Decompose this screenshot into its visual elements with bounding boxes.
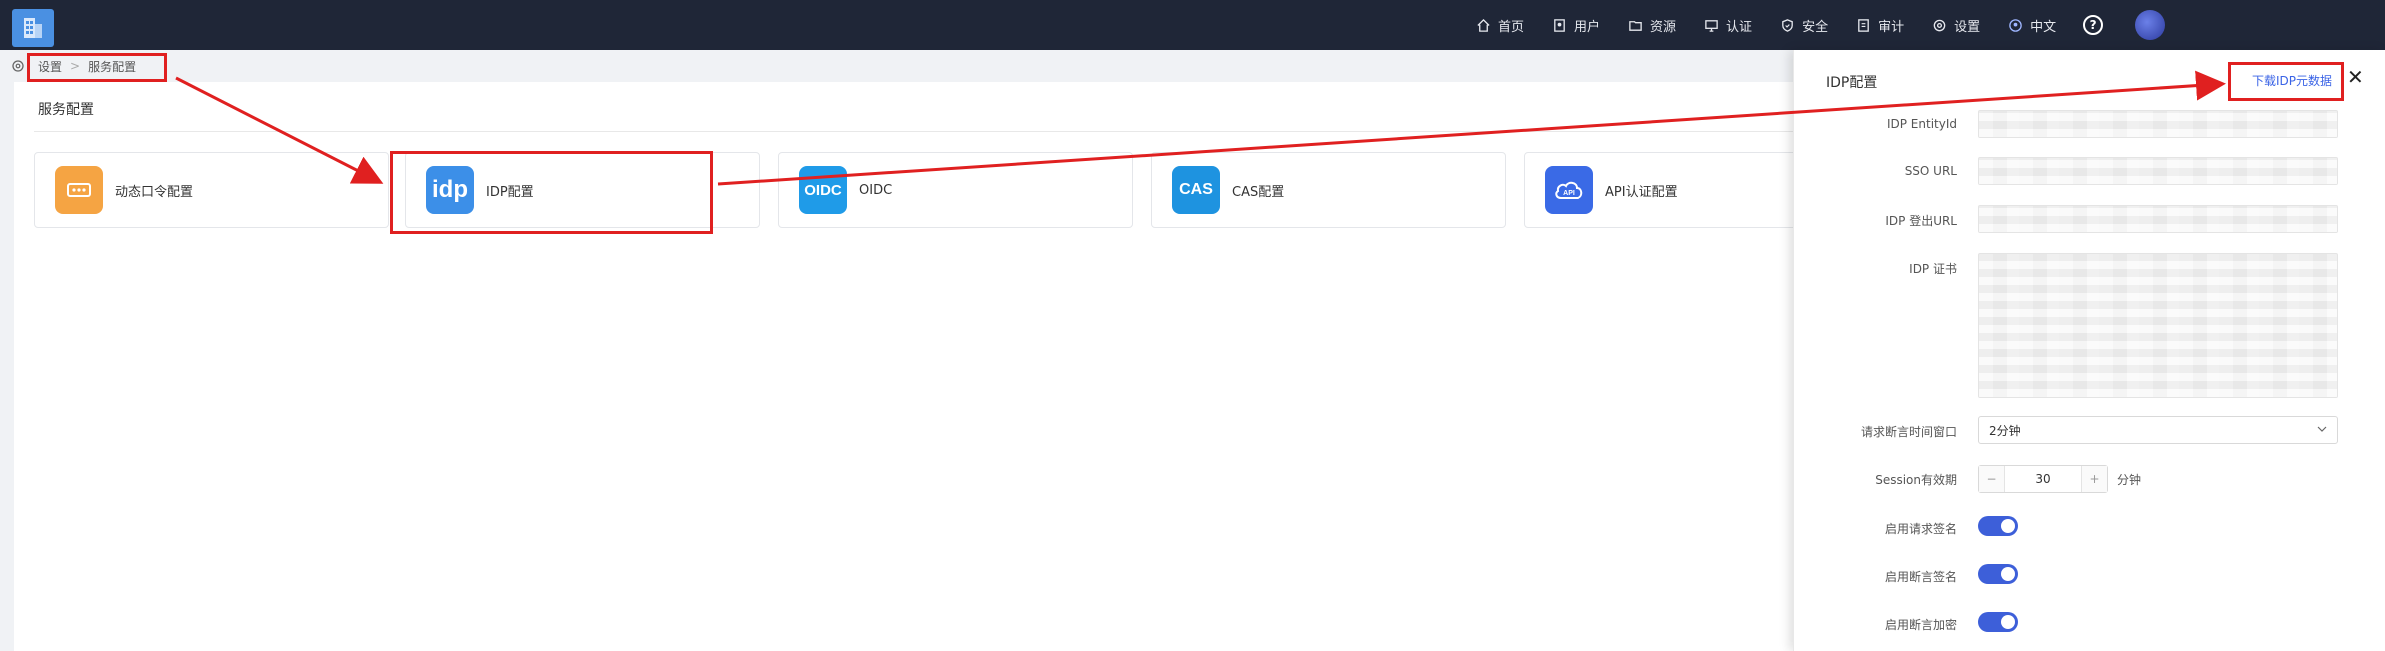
api-icon-text: API [1563,190,1575,197]
title-divider [34,131,1794,132]
label-logout-url: IDP 登出URL [1885,214,1957,228]
user-icon [1551,17,1567,33]
close-icon[interactable]: ✕ [2347,67,2364,87]
time-window-select[interactable]: 2分钟 [1978,416,2338,444]
oidc-icon: OIDC [799,166,847,214]
chevron-down-icon [2317,426,2327,432]
nav-item-resources[interactable]: 资源 [1627,16,1676,35]
label-idp-cert: IDP 证书 [1909,262,1957,276]
otp-icon [55,166,103,214]
help-icon[interactable]: ? [2083,15,2104,35]
nav-item-security[interactable]: 安全 [1779,16,1828,35]
time-window-value: 2分钟 [1989,423,2021,438]
sign-assertion-toggle[interactable] [1978,564,2018,584]
decrement-button[interactable]: − [1979,466,2005,492]
sso-url-field[interactable] [1978,157,2338,185]
sign-request-toggle[interactable] [1978,516,2018,536]
nav-label-audit: 审计 [1878,19,1905,35]
toggle-knob [2001,519,2015,533]
session-value[interactable]: 30 [2005,472,2081,486]
increment-button[interactable]: + [2081,466,2107,492]
breadcrumb-separator: > [70,59,81,73]
gear-icon [1931,17,1947,33]
user-avatar[interactable] [2135,10,2166,40]
encrypt-assertion-toggle[interactable] [1978,612,2018,632]
nav-item-users[interactable]: 用户 [1551,16,1600,35]
card-label: CAS配置 [1232,184,1285,200]
drawer-title: IDP配置 [1826,75,1878,91]
shield-icon [1779,17,1795,33]
language-icon [2007,17,2023,33]
label-sign-assertion: 启用断言签名 [1884,570,1957,584]
nav-item-auth[interactable]: 认证 [1703,16,1752,35]
idp-config-drawer: IDP配置 下载IDP元数据 ✕ IDP EntityId SSO URL ID… [1793,50,2385,651]
idp-icon: idp [426,166,474,214]
nav-label-home: 首页 [1498,19,1525,35]
app-logo[interactable] [12,9,54,47]
card-cas-config[interactable]: CAS CAS配置 [1151,152,1506,228]
language-switch[interactable]: 中文 [2007,16,2056,35]
label-session: Session有效期 [1875,473,1957,487]
label-sign-request: 启用请求签名 [1884,522,1957,536]
idp-cert-textarea[interactable] [1978,253,2338,398]
card-idp-config[interactable]: idp IDP配置 [405,152,760,228]
building-icon [24,18,42,38]
session-unit: 分钟 [2117,473,2142,487]
nav-label-security: 安全 [1802,19,1829,35]
toggle-knob [2001,567,2015,581]
page-title: 服务配置 [38,102,94,118]
card-label: OIDC [859,182,893,198]
nav-label-settings: 设置 [1954,19,1981,35]
card-label: API认证配置 [1605,184,1678,200]
download-idp-metadata-link[interactable]: 下载IDP元数据 [2252,72,2332,89]
nav-label-auth: 认证 [1726,19,1753,35]
nav-item-audit[interactable]: 审计 [1855,16,1904,35]
card-label: 动态口令配置 [115,184,194,200]
toggle-knob [2001,615,2015,629]
settings-gear-icon [12,60,24,72]
nav-item-home[interactable]: 首页 [1475,16,1524,35]
folder-icon [1627,17,1643,33]
language-label: 中文 [2030,19,2057,35]
breadcrumb-service-config: 服务配置 [88,59,137,74]
api-cloud-icon: API [1545,166,1593,214]
label-time-window: 请求断言时间窗口 [1860,425,1957,439]
label-entity-id: IDP EntityId [1886,117,1957,131]
logout-url-field[interactable] [1978,205,2338,233]
label-sso-url: SSO URL [1904,164,1957,178]
cas-icon: CAS [1172,166,1220,214]
label-encrypt-assertion: 启用断言加密 [1884,618,1957,632]
nav-label-users: 用户 [1574,19,1601,35]
card-otp-config[interactable]: 动态口令配置 [34,152,389,228]
card-oidc[interactable]: OIDC OIDC [778,152,1133,228]
top-nav: 首页 用户 资源 认证 安全 审计 设置 中文 ? [1475,0,2166,50]
top-navbar: 首页 用户 资源 认证 安全 审计 设置 中文 ? [0,0,2385,50]
nav-label-resources: 资源 [1650,19,1677,35]
breadcrumb-settings[interactable]: 设置 [38,58,62,75]
home-icon [1475,17,1491,33]
session-stepper[interactable]: − 30 + [1978,465,2108,493]
card-label: IDP配置 [486,184,534,200]
monitor-icon [1703,17,1719,33]
left-collapsed-sidebar [0,50,14,651]
entity-id-field[interactable] [1978,110,2338,138]
audit-icon [1855,17,1871,33]
nav-item-settings[interactable]: 设置 [1931,16,1980,35]
